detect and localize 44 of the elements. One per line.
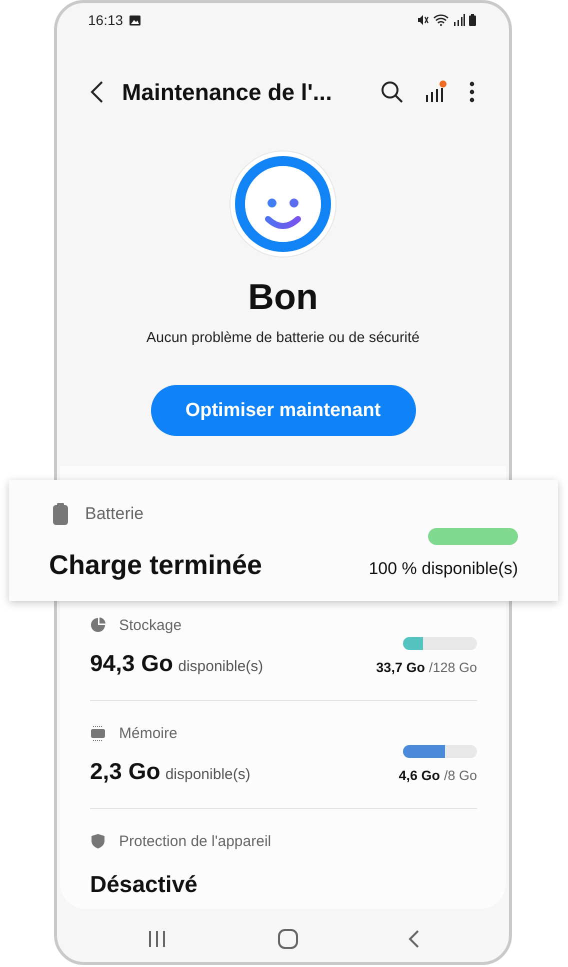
battery-status: Charge terminée [49, 549, 262, 582]
item-value: Désactivé [90, 870, 198, 899]
battery-icon [53, 503, 68, 525]
chip-icon [90, 725, 106, 741]
home-icon [276, 928, 298, 950]
item-label: Mémoire [119, 724, 178, 742]
status-title: Bon [247, 275, 319, 319]
battery-icon [469, 14, 476, 26]
back-button[interactable] [90, 80, 104, 104]
item-label: Stockage [119, 616, 182, 634]
mute-icon [417, 14, 429, 26]
back-icon [90, 80, 104, 104]
battery-label: Batterie [85, 504, 144, 524]
optimize-button[interactable]: Optimiser maintenant [150, 385, 416, 436]
status-message: Aucun problème de batterie ou de sécurité [145, 329, 421, 348]
back-icon [408, 929, 420, 949]
item-unit: disponible(s) [178, 658, 264, 675]
item-value: 2,3 Go [90, 757, 160, 786]
search-icon [381, 81, 403, 103]
stats-button[interactable] [425, 80, 447, 104]
smiley-icon [229, 150, 337, 258]
bar-chart-icon [425, 80, 447, 104]
signal-icon [453, 14, 465, 26]
search-button[interactable] [381, 81, 403, 103]
back-nav-button[interactable] [408, 929, 420, 949]
used-amount: 4,6 Go [398, 768, 440, 783]
pie-chart-icon [90, 617, 106, 633]
recents-icon [147, 930, 167, 948]
item-label: Protection de l'appareil [119, 832, 272, 850]
item-unit: disponible(s) [165, 766, 250, 783]
page-title: Maintenance de l'... [122, 78, 333, 106]
more-icon [469, 81, 475, 103]
total-amount: /8 Go [444, 768, 477, 783]
gallery-icon [129, 14, 142, 26]
shield-icon [90, 833, 106, 849]
item-value: 94,3 Go [90, 649, 174, 678]
status-time: 16:13 [88, 12, 124, 28]
wifi-icon [433, 14, 449, 26]
recent-apps-button[interactable] [147, 930, 167, 948]
home-button[interactable] [276, 928, 298, 950]
used-amount: 33,7 Go [376, 660, 425, 675]
total-amount: /128 Go [428, 660, 477, 675]
battery-reading: 100 % disponible(s) [368, 559, 518, 579]
more-button[interactable] [469, 81, 475, 103]
